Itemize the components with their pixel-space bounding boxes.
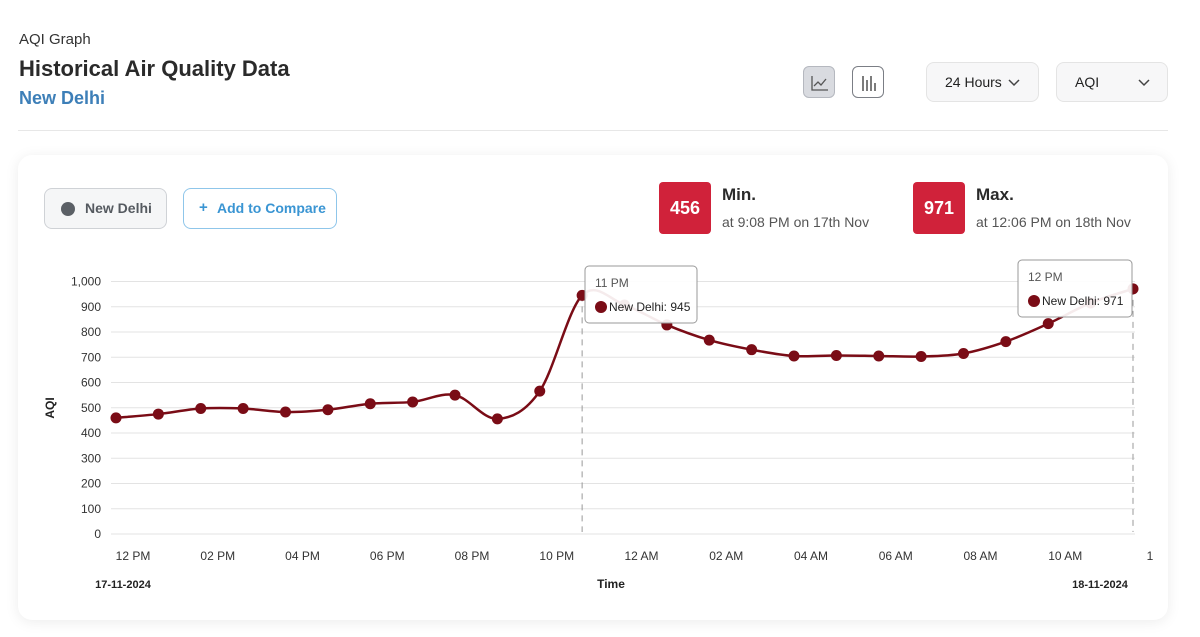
tooltip-time: 12 PM: [1028, 270, 1063, 284]
x-date-end: 18-11-2024: [1072, 579, 1129, 591]
x-tick-label: 1: [1147, 549, 1154, 563]
data-point: [110, 412, 122, 424]
tooltip-time: 11 PM: [595, 276, 629, 290]
y-tick-label: 700: [81, 350, 101, 364]
y-tick-label: 1,000: [71, 275, 101, 289]
data-point: [491, 413, 503, 425]
y-tick-label: 400: [81, 426, 101, 440]
tooltip-box: [584, 265, 698, 324]
data-point: [830, 349, 842, 361]
x-tick-label: 06 AM: [879, 549, 913, 563]
data-point: [1000, 336, 1012, 348]
x-tick-label: 08 AM: [963, 549, 997, 563]
data-point: [915, 350, 927, 362]
x-tick-label: 12 AM: [624, 549, 658, 563]
data-point: [280, 406, 291, 418]
x-tick-label: 04 AM: [794, 549, 828, 563]
y-tick-label: 300: [81, 451, 101, 465]
data-point: [1042, 318, 1054, 330]
aqi-line-chart: 0 100 200 300 400 500 600 700 800 900 1,000 AQI 12 P…: [43, 259, 1154, 591]
data-point: [407, 396, 419, 408]
x-tick-label: 12 PM: [116, 549, 151, 563]
tooltip-marker: [1028, 295, 1040, 307]
data-point: [237, 403, 249, 415]
x-tick-label: 08 PM: [455, 549, 490, 563]
tooltip: 12 PM New Delhi: 971: [1017, 259, 1133, 318]
tooltip-value: New Delhi: 945: [609, 300, 691, 314]
x-tick-label: 04 PM: [285, 549, 320, 563]
tooltip-marker: [595, 301, 607, 313]
data-point: [534, 385, 546, 397]
data-point: [788, 350, 800, 362]
x-tick-label: 02 AM: [709, 549, 743, 563]
data-point: [703, 334, 715, 346]
y-tick-label: 600: [81, 376, 101, 390]
x-tick-label: 10 AM: [1048, 549, 1082, 563]
data-point: [364, 398, 376, 410]
y-tick-label: 100: [81, 502, 101, 516]
data-point: [746, 344, 758, 356]
x-tick-label: 06 PM: [370, 549, 405, 563]
y-tick-label: 500: [81, 401, 101, 415]
y-tick-label: 800: [81, 325, 101, 339]
y-tick-label: 900: [81, 300, 101, 314]
y-axis-label: AQI: [43, 397, 57, 418]
data-point: [322, 404, 334, 416]
tooltip: 11 PM New Delhi: 945: [584, 265, 698, 324]
data-point: [958, 347, 969, 359]
y-tick-label: 0: [94, 527, 101, 541]
data-point: [152, 408, 164, 420]
x-date-start: 17-11-2024: [95, 579, 152, 591]
x-axis-label: Time: [597, 577, 625, 591]
y-tick-label: 200: [81, 477, 101, 491]
tooltip-value: New Delhi: 971: [1042, 294, 1124, 308]
x-tick-label: 10 PM: [539, 549, 574, 563]
data-point: [449, 389, 461, 401]
data-point: [873, 350, 885, 362]
x-tick-label: 02 PM: [200, 549, 235, 563]
tooltip-box: [1017, 259, 1133, 318]
data-point: [195, 403, 207, 415]
